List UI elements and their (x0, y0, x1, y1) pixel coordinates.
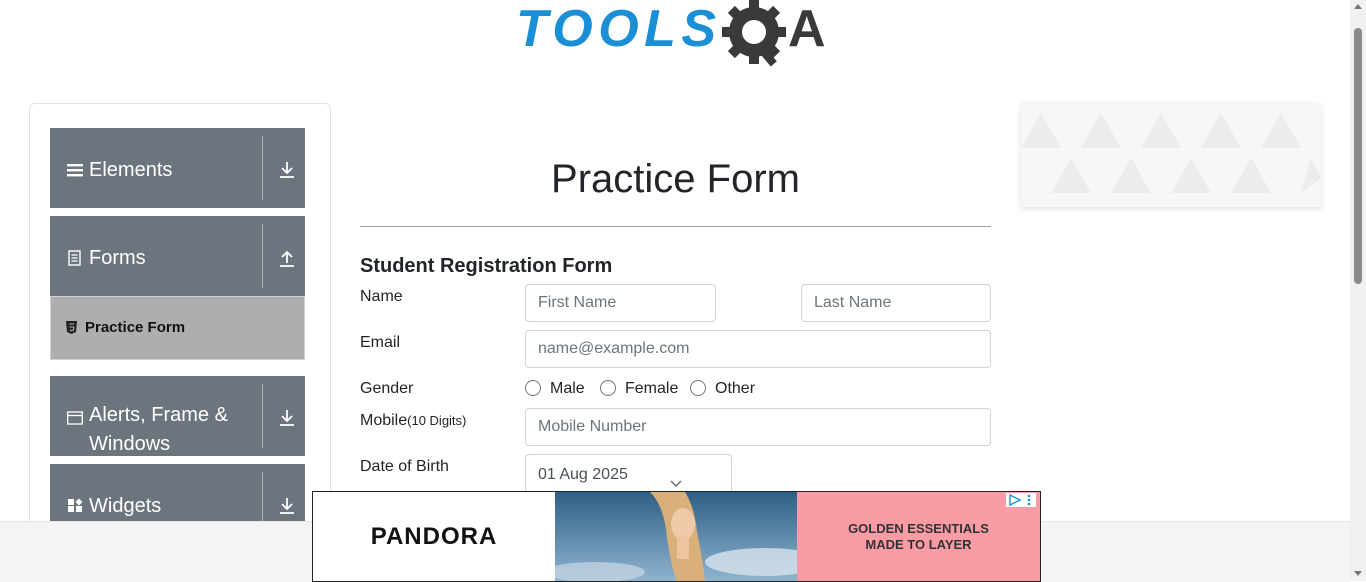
dob-label: Date of Birth (360, 458, 449, 475)
divider (262, 136, 263, 200)
logo-text-a: A (788, 0, 826, 58)
sidebar-item-practice-form[interactable]: Practice Form (50, 296, 305, 360)
mobile-hint: (10 Digits) (407, 413, 467, 428)
page-title: Practice Form (551, 157, 800, 201)
gender-radio-female[interactable]: Female (600, 380, 680, 398)
email-label: Email (360, 334, 401, 351)
html5-icon (66, 321, 77, 334)
gender-radio-male[interactable]: Male (525, 380, 585, 398)
radio-label[interactable]: Female (625, 380, 678, 398)
scroll-up-arrow-icon[interactable] (1354, 4, 1362, 9)
ad-headline-box: GOLDEN ESSENTIALS MADE TO LAYER (848, 521, 989, 553)
last-name-input[interactable] (801, 284, 991, 322)
download-arrow-icon[interactable] (277, 408, 297, 428)
dob-value: 01 Aug 2025 (538, 466, 628, 483)
first-name-input[interactable] (525, 284, 716, 322)
scroll-down-arrow-icon[interactable] (1354, 571, 1362, 576)
dob-input[interactable]: 01 Aug 2025 (525, 454, 732, 494)
sidebar-group-label: Widgets (89, 495, 162, 517)
radio-label[interactable]: Other (715, 380, 755, 398)
ad-headline-line-2: MADE TO LAYER (865, 536, 972, 552)
sidebar-group-alerts[interactable]: Alerts, Frame & Windows (50, 376, 305, 456)
radio-circle[interactable] (600, 380, 616, 396)
pandora-ad[interactable]: PANDORA GOLDEN ESSENTIALS MADE TO LAYER (312, 491, 1041, 582)
divider (262, 384, 263, 448)
gender-radio-other[interactable]: Other (690, 380, 760, 398)
name-label: Name (360, 288, 403, 305)
mobile-label-text: Mobile (360, 412, 408, 429)
sidebar-item-label: Practice Form (85, 319, 186, 336)
gender-label: Gender (360, 380, 414, 397)
radio-circle[interactable] (690, 380, 706, 396)
upload-arrow-icon[interactable] (277, 248, 297, 268)
ad-brand[interactable]: PANDORA (313, 492, 555, 581)
page-scrollbar[interactable] (1350, 0, 1366, 581)
widgets-icon (68, 498, 83, 512)
mobile-label: Mobile(10 Digits) (360, 411, 466, 431)
hamburger-icon (67, 164, 83, 177)
mobile-input[interactable] (525, 408, 991, 446)
form-title: Student Registration Form (360, 255, 613, 277)
toolsqa-logo[interactable]: TOOLS A (516, 0, 838, 70)
email-input[interactable] (525, 330, 991, 368)
window-icon (67, 411, 83, 425)
sidebar-group-forms[interactable]: Forms (50, 216, 305, 296)
pattern-decoration (1021, 113, 1321, 193)
sidebar-group-elements[interactable]: Elements (50, 128, 305, 208)
ad-headline[interactable]: GOLDEN ESSENTIALS MADE TO LAYER (797, 492, 1040, 581)
document-icon (68, 250, 81, 266)
radio-circle[interactable] (525, 380, 541, 396)
divider (360, 226, 991, 227)
divider (262, 224, 263, 288)
ad-photo-image[interactable] (555, 492, 797, 581)
download-arrow-icon[interactable] (277, 496, 297, 516)
radio-label[interactable]: Male (550, 380, 585, 398)
sidebar-group-label: Alerts, Frame & Windows (89, 404, 228, 455)
gear-icon (722, 0, 786, 67)
logo-text-tools: TOOLS (516, 0, 716, 58)
adchoices-icon[interactable] (1006, 493, 1036, 507)
sidebar-group-label: Elements (89, 159, 173, 181)
chevron-down-icon (670, 480, 682, 487)
download-arrow-icon[interactable] (277, 160, 297, 180)
sidebar-group-label: Forms (89, 247, 146, 269)
scrollbar-thumb[interactable] (1354, 28, 1362, 284)
ad-headline-line-1: GOLDEN ESSENTIALS (848, 520, 989, 536)
side-ad-banner[interactable] (1021, 103, 1321, 207)
